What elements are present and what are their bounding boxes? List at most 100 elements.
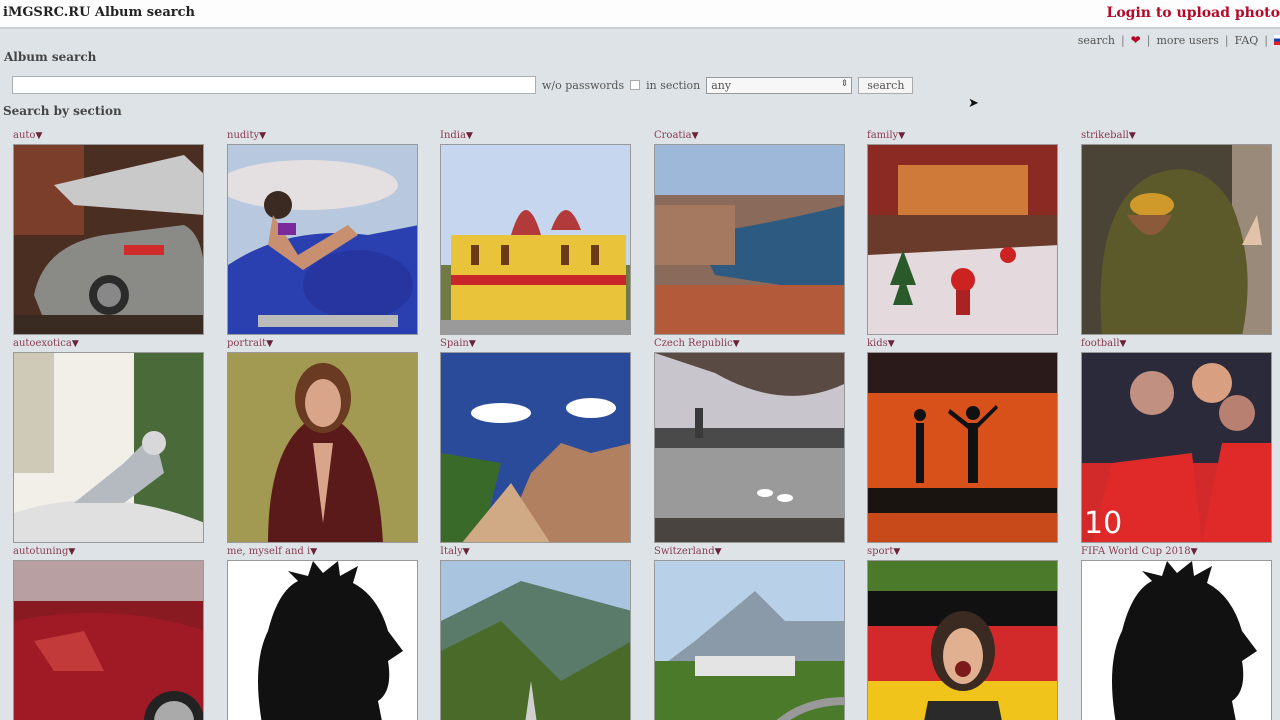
wo-passwords-checkbox[interactable] [630, 80, 641, 90]
section-label[interactable]: family▼ [867, 130, 1058, 144]
section-label[interactable]: autotuning▼ [13, 546, 204, 560]
section-thumbnail[interactable] [867, 144, 1058, 335]
section-label-text: kids [867, 338, 888, 349]
nav-search-link[interactable]: search [1078, 34, 1115, 47]
section-thumbnail[interactable] [440, 352, 631, 543]
section-label-text: autoexotica [13, 338, 72, 349]
section-thumbnail[interactable] [440, 560, 631, 720]
dropdown-triangle-icon[interactable]: ▼ [310, 547, 317, 557]
section-label[interactable]: auto▼ [13, 130, 204, 144]
section-label-text: autotuning [13, 546, 69, 557]
section-thumbnail[interactable] [13, 352, 204, 543]
updown-arrow-icon: ⇕ [840, 78, 849, 89]
section-thumbnail[interactable] [227, 144, 418, 335]
dropdown-triangle-icon[interactable]: ▼ [35, 131, 42, 141]
section-label-text: strikeball [1081, 130, 1129, 141]
section-thumbnail[interactable] [13, 144, 204, 335]
section-tile[interactable]: India▼ [440, 130, 631, 335]
in-section-label: in section [646, 78, 701, 92]
heart-icon[interactable]: ❤ [1131, 33, 1141, 47]
section-label[interactable]: Italy▼ [440, 546, 631, 560]
section-thumbnail[interactable]: 10 [1081, 352, 1272, 543]
dropdown-triangle-icon[interactable]: ▼ [888, 339, 895, 349]
section-label-text: football [1081, 338, 1120, 349]
section-tile[interactable]: sport▼ [867, 546, 1058, 720]
nav-more-users-link[interactable]: more users [1156, 34, 1218, 47]
section-label[interactable]: me, myself and i▼ [227, 546, 418, 560]
section-tile[interactable]: football▼ 10 [1081, 338, 1272, 543]
section-label[interactable]: nudity▼ [227, 130, 418, 144]
section-tile[interactable]: family▼ [867, 130, 1058, 335]
dropdown-triangle-icon[interactable]: ▼ [463, 547, 470, 557]
section-label[interactable]: FIFA World Cup 2018▼ [1081, 546, 1272, 560]
section-tile[interactable]: FIFA World Cup 2018▼ [1081, 546, 1272, 720]
section-tile[interactable]: portrait▼ [227, 338, 418, 543]
dropdown-triangle-icon[interactable]: ▼ [692, 131, 699, 141]
section-thumbnail[interactable] [867, 352, 1058, 543]
section-label-text: Czech Republic [654, 338, 733, 349]
section-thumbnail[interactable] [654, 352, 845, 543]
section-tile[interactable]: autoexotica▼ [13, 338, 204, 543]
site-title[interactable]: iMGSRC.RU Album search [3, 5, 195, 20]
section-label-text: portrait [227, 338, 267, 349]
section-tile[interactable]: autotuning▼ [13, 546, 204, 720]
dropdown-triangle-icon[interactable]: ▼ [1191, 547, 1198, 557]
section-label-text: family [867, 130, 899, 141]
section-label-text: FIFA World Cup 2018 [1081, 546, 1191, 557]
dropdown-triangle-icon[interactable]: ▼ [715, 547, 722, 557]
section-thumbnail[interactable] [227, 560, 418, 720]
dropdown-triangle-icon[interactable]: ▼ [733, 339, 740, 349]
section-label[interactable]: strikeball▼ [1081, 130, 1272, 144]
nav-separator: | [1224, 33, 1229, 47]
search-input[interactable] [12, 76, 536, 94]
section-thumbnail[interactable] [440, 144, 631, 335]
dropdown-triangle-icon[interactable]: ▼ [1129, 131, 1136, 141]
section-thumbnail[interactable] [227, 352, 418, 543]
dropdown-triangle-icon[interactable]: ▼ [72, 339, 79, 349]
section-thumbnail[interactable] [867, 560, 1058, 720]
section-label[interactable]: sport▼ [867, 546, 1058, 560]
section-label[interactable]: India▼ [440, 130, 631, 144]
section-tile[interactable]: auto▼ [13, 130, 204, 335]
section-thumbnail[interactable] [654, 144, 845, 335]
section-tile[interactable]: kids▼ [867, 338, 1058, 543]
section-thumbnail[interactable] [1081, 560, 1272, 720]
flag-icon[interactable] [1274, 35, 1280, 45]
section-label[interactable]: portrait▼ [227, 338, 418, 352]
section-tile[interactable]: Croatia▼ [654, 130, 845, 335]
nav-faq-link[interactable]: FAQ [1235, 34, 1259, 47]
section-tile[interactable]: strikeball▼ [1081, 130, 1272, 335]
dropdown-triangle-icon[interactable]: ▼ [466, 131, 473, 141]
section-select[interactable]: any ⇕ [706, 76, 853, 94]
section-tile[interactable]: Switzerland▼ [654, 546, 845, 720]
dropdown-triangle-icon[interactable]: ▼ [68, 547, 75, 557]
search-button[interactable]: search [858, 76, 914, 94]
section-label[interactable]: Switzerland▼ [654, 546, 845, 560]
section-tile[interactable]: Italy▼ [440, 546, 631, 720]
top-nav: search | ❤ | more users | FAQ | [1078, 33, 1280, 47]
section-label-text: Croatia [654, 130, 692, 141]
section-label[interactable]: Spain▼ [440, 338, 631, 352]
section-label[interactable]: football▼ [1081, 338, 1272, 352]
section-thumbnail[interactable] [654, 560, 845, 720]
section-thumbnail[interactable] [13, 560, 204, 720]
section-label-text: me, myself and i [227, 546, 311, 557]
section-tile[interactable]: Czech Republic▼ [654, 338, 845, 543]
section-thumbnail[interactable] [1081, 144, 1272, 335]
svg-text:10: 10 [1084, 506, 1122, 541]
dropdown-triangle-icon[interactable]: ▼ [266, 339, 273, 349]
section-tile[interactable]: me, myself and i▼ [227, 546, 418, 720]
section-label[interactable]: Czech Republic▼ [654, 338, 845, 352]
section-tile[interactable]: Spain▼ [440, 338, 631, 543]
section-label[interactable]: Croatia▼ [654, 130, 845, 144]
dropdown-triangle-icon[interactable]: ▼ [898, 131, 905, 141]
section-select-value: any [711, 78, 732, 92]
dropdown-triangle-icon[interactable]: ▼ [259, 131, 266, 141]
login-link[interactable]: Login to upload photo [1107, 5, 1280, 21]
section-tile[interactable]: nudity▼ [227, 130, 418, 335]
dropdown-triangle-icon[interactable]: ▼ [469, 339, 476, 349]
section-label[interactable]: kids▼ [867, 338, 1058, 352]
dropdown-triangle-icon[interactable]: ▼ [893, 547, 900, 557]
section-label[interactable]: autoexotica▼ [13, 338, 204, 352]
dropdown-triangle-icon[interactable]: ▼ [1120, 339, 1127, 349]
